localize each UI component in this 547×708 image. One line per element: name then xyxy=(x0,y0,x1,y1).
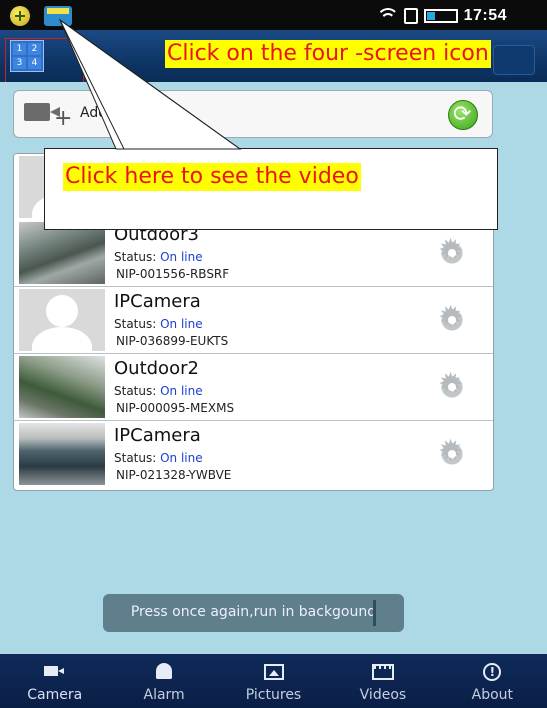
film-icon xyxy=(371,664,394,680)
wifi-icon xyxy=(376,8,399,24)
list-item[interactable]: IPCamera Status: On line NIP-021328-YWBV… xyxy=(14,421,493,487)
annotation-video: Click here to see the video xyxy=(63,163,361,191)
sim-icon xyxy=(403,8,418,24)
list-item[interactable]: Outdoor3 Status: On line NIP-001556-RBSR… xyxy=(14,220,493,287)
tab-camera[interactable]: Camera xyxy=(0,654,109,708)
camera-name: Outdoor2 xyxy=(114,358,199,379)
camera-uid: NIP-021328-YWBVE xyxy=(116,468,232,482)
battery-icon xyxy=(423,9,458,23)
camera-status: Status: On line xyxy=(114,384,203,398)
add-camera-label: Add Camera xyxy=(80,105,167,121)
camera-thumbnail xyxy=(19,423,105,485)
gear-icon[interactable] xyxy=(438,301,465,335)
tab-videos[interactable]: Videos xyxy=(328,654,437,708)
tab-alarm[interactable]: Alarm xyxy=(109,654,218,708)
tab-label: About xyxy=(471,687,514,703)
camera-name: IPCamera xyxy=(114,291,201,312)
picture-icon xyxy=(263,664,284,680)
status-bar: 17:54 xyxy=(0,0,547,30)
camera-uid: NIP-001556-RBSRF xyxy=(116,267,230,281)
camera-uid: NIP-036899-EUKTS xyxy=(116,334,229,348)
app-notification-icon xyxy=(10,6,30,26)
info-icon: ! xyxy=(483,663,502,681)
clock: 17:54 xyxy=(463,7,507,24)
list-item[interactable]: IPCamera Status: On line NIP-036899-EUKT… xyxy=(14,287,493,354)
tab-about[interactable]: ! About xyxy=(438,654,547,708)
add-camera-bar[interactable]: + Add Camera xyxy=(13,90,493,138)
bell-icon xyxy=(156,663,173,679)
gear-icon[interactable] xyxy=(438,234,465,268)
gear-icon[interactable] xyxy=(438,435,465,469)
tab-pictures[interactable]: Pictures xyxy=(219,654,328,708)
camera-thumbnail xyxy=(19,222,105,284)
camera-thumbnail xyxy=(19,356,105,418)
gear-icon[interactable] xyxy=(438,368,465,402)
camera-status: Status: On line xyxy=(114,317,203,331)
refresh-icon[interactable] xyxy=(448,100,478,130)
camera-app-notification-icon xyxy=(44,6,72,26)
camera-icon xyxy=(43,662,66,680)
camera-status: Status: On line xyxy=(114,451,203,465)
camera-uid: NIP-000095-MEXMS xyxy=(116,401,235,415)
camera-status: Status: On line xyxy=(114,250,203,264)
annotation-callout: Click here to see the video xyxy=(44,148,498,230)
highlight-box xyxy=(5,38,84,83)
bottom-nav: Camera Alarm Pictures Videos ! About xyxy=(0,654,547,708)
tab-label: Videos xyxy=(359,687,407,703)
status-indicators: 17:54 xyxy=(376,6,507,26)
plus-icon: + xyxy=(54,106,73,131)
camera-name: IPCamera xyxy=(114,425,201,446)
tab-label: Camera xyxy=(27,687,83,703)
tab-label: Pictures xyxy=(245,687,302,703)
tab-label: Alarm xyxy=(143,687,185,703)
camera-thumbnail xyxy=(19,289,105,351)
title-menu-button[interactable] xyxy=(493,45,535,75)
list-item[interactable]: Outdoor2 Status: On line NIP-000095-MEXM… xyxy=(14,354,493,421)
video-camera-icon xyxy=(24,103,60,121)
annotation-four-screen: Click on the four -screen icon xyxy=(165,40,491,68)
toast-message: Press once again,run in backgound xyxy=(103,594,404,632)
